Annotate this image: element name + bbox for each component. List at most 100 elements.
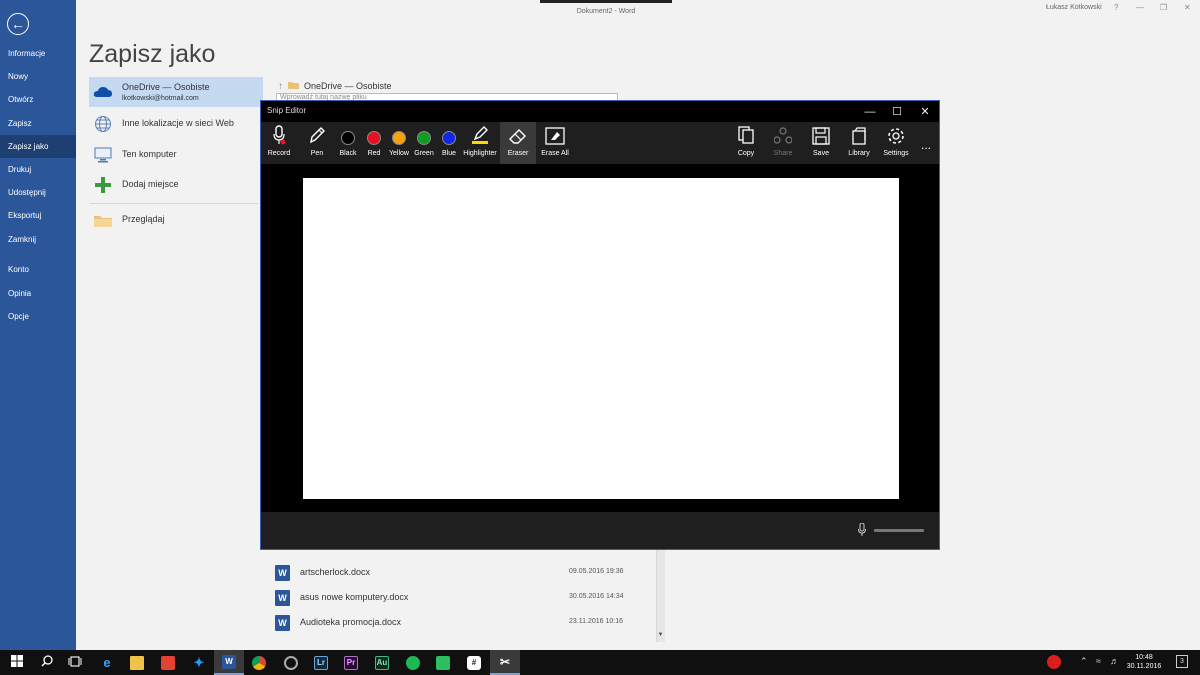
microphone-icon[interactable]	[858, 522, 866, 540]
slack-icon: #	[467, 655, 481, 670]
user-name[interactable]: Łukasz Kotkowski	[1046, 4, 1102, 11]
location-web[interactable]: Inne lokalizacje w sieci Web	[89, 109, 263, 139]
save-button[interactable]: Save	[806, 122, 836, 164]
close-icon[interactable]: ✕	[1184, 3, 1191, 12]
nav-item-udostepnij[interactable]: Udostępnij	[0, 181, 76, 204]
location-computer[interactable]: Ten komputer	[89, 140, 263, 170]
snip-button[interactable]: ✂	[490, 650, 520, 675]
color-label: Blue	[441, 150, 456, 157]
file-date: 23.11.2016 10:16	[569, 618, 623, 625]
notification-icon[interactable]: 3	[1176, 655, 1188, 668]
pen-button[interactable]: Pen	[303, 122, 331, 164]
maximize-icon[interactable]: ☐	[883, 102, 911, 121]
network-icon[interactable]: ≈	[1096, 656, 1101, 666]
nav-item-informacje[interactable]: Informacje	[0, 42, 76, 65]
audio-timeline[interactable]	[874, 529, 924, 532]
location-label: Inne lokalizacje w sieci Web	[122, 118, 234, 128]
green-swatch	[417, 131, 431, 145]
premiere-button[interactable]: Pr	[336, 650, 366, 675]
up-arrow-icon[interactable]: ↑	[278, 81, 283, 92]
copy-button[interactable]: Copy	[731, 122, 761, 164]
color-black-button[interactable]: Black	[337, 122, 359, 164]
nav-item-zapisz-jako[interactable]: Zapisz jako	[0, 135, 76, 158]
nav-item-zapisz[interactable]: Zapisz	[0, 112, 76, 135]
word-button[interactable]: W	[214, 650, 244, 675]
color-red-button[interactable]: Red	[363, 122, 385, 164]
highlighter-button[interactable]: Highlighter	[460, 122, 500, 164]
library-icon	[850, 122, 868, 147]
file-row[interactable]: W artscherlock.docx 09.05.2016 19:36	[275, 562, 655, 584]
clock[interactable]: 10:48 30.11.2016	[1124, 653, 1164, 671]
nav-item-konto[interactable]: Konto	[0, 258, 76, 281]
evernote-icon	[436, 655, 450, 670]
chrome-button[interactable]	[244, 650, 274, 675]
share-button[interactable]: Share	[768, 122, 798, 164]
spotify-button[interactable]	[398, 650, 428, 675]
share-label: Share	[773, 150, 793, 157]
color-green-button[interactable]: Green	[412, 122, 436, 164]
color-yellow-button[interactable]: Yellow	[386, 122, 412, 164]
tray-app-icon[interactable]	[1047, 655, 1061, 671]
back-arrow-icon[interactable]: ←	[7, 13, 29, 35]
audition-button[interactable]: Au	[367, 650, 397, 675]
nav-item-zamknij[interactable]: Zamknij	[0, 228, 76, 251]
save-label: Save	[813, 150, 829, 157]
edge-button[interactable]: e	[92, 650, 122, 675]
search-icon	[41, 655, 53, 670]
lightroom-button[interactable]: Lr	[306, 650, 336, 675]
location-add-place[interactable]: Dodaj miejsce	[89, 170, 263, 200]
volume-icon[interactable]: ♬	[1110, 656, 1119, 666]
chevron-up-icon[interactable]: ⌃	[1080, 656, 1088, 667]
close-icon[interactable]: ✕	[911, 102, 939, 121]
nav-item-opinia[interactable]: Opinia	[0, 282, 76, 305]
color-blue-button[interactable]: Blue	[438, 122, 460, 164]
record-button[interactable]: Record	[264, 122, 294, 164]
nav-item-drukuj[interactable]: Drukuj	[0, 158, 76, 181]
copy-icon	[737, 122, 755, 147]
highlighter-label: Highlighter	[463, 150, 497, 157]
word-doc-icon: W	[275, 615, 290, 631]
nav-item-otworz[interactable]: Otwórz	[0, 88, 76, 111]
location-browse[interactable]: Przeglądaj	[89, 205, 263, 235]
eraser-button[interactable]: Eraser	[500, 122, 536, 164]
chrome-icon	[252, 655, 266, 670]
plus-icon	[93, 176, 113, 194]
library-button[interactable]: Library	[844, 122, 874, 164]
nav-item-nowy[interactable]: Nowy	[0, 65, 76, 88]
breadcrumb-location[interactable]: OneDrive — Osobiste	[304, 81, 392, 91]
minimize-icon[interactable]: —	[856, 102, 884, 121]
erase-all-button[interactable]: Erase All	[536, 122, 574, 164]
twitter-button[interactable]: ✦	[184, 650, 214, 675]
location-onedrive[interactable]: OneDrive — Osobiste lkotkowski@hotmail.c…	[89, 77, 263, 107]
more-button[interactable]: ...	[917, 122, 935, 164]
explorer-button[interactable]	[122, 650, 152, 675]
nav-item-opcje[interactable]: Opcje	[0, 305, 76, 328]
backstage-nav: ← Informacje Nowy Otwórz Zapisz Zapisz j…	[0, 0, 76, 650]
erase-all-icon	[545, 122, 565, 147]
nav-item-eksportuj[interactable]: Eksportuj	[0, 204, 76, 227]
start-button[interactable]	[2, 650, 32, 675]
settings-button[interactable]: Settings	[880, 122, 912, 164]
file-row[interactable]: W Audioteka promocja.docx 23.11.2016 10:…	[275, 612, 655, 634]
file-row[interactable]: W asus nowe komputery.docx 30.05.2016 14…	[275, 587, 655, 609]
word-doc-icon: W	[275, 590, 290, 606]
record-label: Record	[267, 150, 291, 157]
task-view-button[interactable]	[60, 650, 90, 675]
search-button[interactable]	[32, 650, 62, 675]
file-list-scrollbar[interactable]	[656, 548, 665, 642]
minimize-icon[interactable]: —	[1136, 3, 1144, 12]
app-icon	[284, 655, 298, 670]
app-button[interactable]	[276, 650, 306, 675]
erase-all-label: Erase All	[541, 150, 569, 157]
todoist-button[interactable]	[153, 650, 183, 675]
slack-button[interactable]: #	[459, 650, 489, 675]
scroll-down-icon[interactable]: ▼	[656, 632, 665, 642]
library-label: Library	[848, 150, 870, 157]
window-title: Dokument2 - Word	[540, 0, 672, 18]
help-icon[interactable]: ?	[1114, 3, 1118, 12]
snip-canvas[interactable]	[303, 178, 899, 499]
restore-icon[interactable]: ❐	[1160, 3, 1167, 12]
snip-toolbar: Record Pen Black Red Yellow Green Blue H…	[261, 122, 939, 164]
location-label: Ten komputer	[122, 149, 177, 159]
evernote-button[interactable]	[428, 650, 458, 675]
